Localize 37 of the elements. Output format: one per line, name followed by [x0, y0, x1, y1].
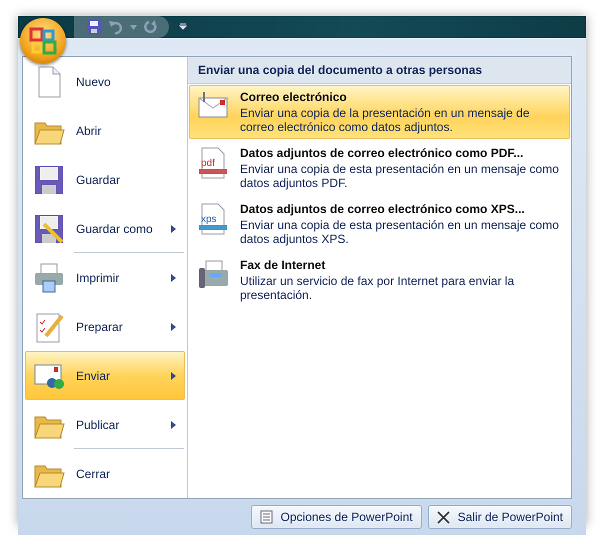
menu-item[interactable]: Guardar como [25, 204, 185, 253]
menu-item[interactable]: Preparar [25, 302, 185, 351]
submenu-item[interactable]: Correo electrónico Enviar una copia de la presentación en un mensaje de correo electrónico como datos adjuntos. [189, 85, 570, 139]
submenu-item[interactable]: xps Datos adjuntos de correo electrónico como XPS... Enviar una copia de esta presentación en un mensaje como datos adjuntos XPS. [189, 197, 570, 251]
submenu-item-title: Datos adjuntos de correo electrónico como XPS... [240, 202, 526, 216]
options-icon [260, 510, 273, 524]
submenu-item-description: Enviar una copia de esta presentación en un mensaje como datos adjuntos PDF. [240, 162, 560, 190]
menu-item[interactable]: Enviar [25, 351, 185, 400]
menu-item[interactable]: Guardar [25, 155, 185, 204]
menu-item[interactable]: Publicar [25, 400, 185, 449]
printer-icon [32, 260, 66, 294]
menu-item[interactable]: Imprimir [25, 253, 185, 302]
submenu-arrow-icon [171, 372, 176, 380]
submenu-arrow-icon [171, 322, 176, 330]
submenu-item-description: Enviar una copia de la presentación en un mensaje de correo electrónico como datos adjuntos. [240, 106, 531, 134]
menu-item[interactable]: Nuevo [25, 57, 185, 106]
save-icon[interactable] [86, 19, 102, 35]
customize-icon[interactable] [179, 23, 187, 31]
submenu-arrow-icon [171, 224, 176, 232]
office-logo-icon [28, 26, 58, 56]
menu-item[interactable]: Cerrar [25, 449, 185, 498]
submenu-arrow-icon [171, 274, 176, 282]
submenu-item-description: Utilizar un servicio de fax por Internet para enviar la presentación. [240, 274, 516, 302]
exit-button[interactable]: Salir de PowerPoint [428, 505, 572, 529]
submenu-item-title: Datos adjuntos de correo electrónico como PDF... [240, 146, 524, 160]
submenu-heading: Enviar una copia del documento a otras personas [188, 57, 571, 84]
submenu-item-title: Correo electrónico [240, 90, 348, 104]
submenu-item[interactable]: pdf Datos adjuntos de correo electrónico como PDF... Enviar una copia de esta presentación en un mensaje como datos adjuntos PDF. [189, 141, 570, 195]
submenu-item-description: Enviar una copia de esta presentación en un mensaje como datos adjuntos XPS. [240, 218, 560, 246]
submenu-arrow-icon [171, 420, 176, 428]
submenu-item-title: Fax de Internet [240, 258, 326, 272]
options-button[interactable]: Opciones de PowerPoint [250, 505, 422, 529]
envelope-icon [196, 90, 230, 120]
submenu-item[interactable]: Fax de Internet Utilizar un servicio de fax por Internet para enviar la presentación. [189, 253, 570, 307]
close-icon [436, 510, 450, 524]
office-button[interactable] [20, 18, 66, 64]
menu-item[interactable]: Abrir [25, 106, 185, 155]
